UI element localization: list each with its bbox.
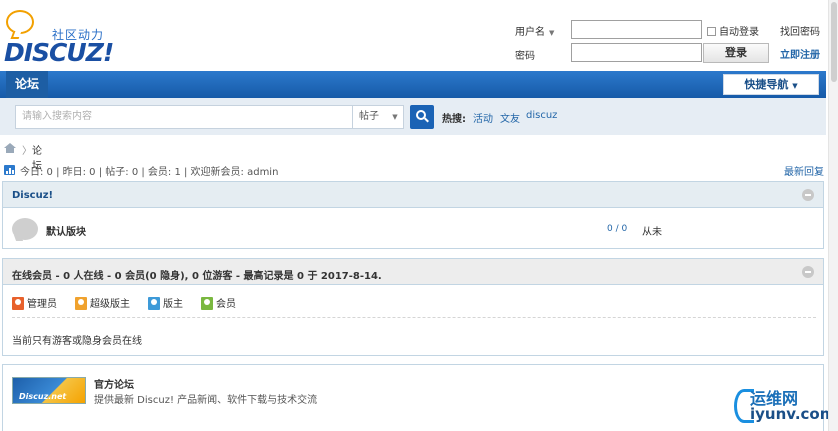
forum-name[interactable]: 默认版块 xyxy=(46,223,86,238)
auto-login-label: 自动登录 xyxy=(719,27,759,38)
quick-nav-label: 快捷导航 xyxy=(744,78,789,91)
collapse-icon[interactable] xyxy=(802,189,814,201)
divider xyxy=(12,317,816,318)
link-logo-text: Discuz.net xyxy=(19,392,67,401)
username-input[interactable] xyxy=(571,20,702,39)
main-nav: 论坛 快捷导航 ▼ xyxy=(0,71,826,98)
home-icon[interactable] xyxy=(4,143,16,153)
tab-forum[interactable]: 论坛 xyxy=(6,71,49,98)
checkbox-icon[interactable] xyxy=(707,27,716,36)
member-user-icon xyxy=(201,297,213,310)
search-bar: 请输入搜索内容 帖子 ▼ 热搜: 活动 文友 discuz xyxy=(0,98,826,135)
search-type-value: 帖子 xyxy=(359,111,379,122)
legend-admin: 管理员 xyxy=(12,295,57,310)
logo-text: DISCUZ! xyxy=(4,38,114,67)
username-label-text: 用户名 xyxy=(515,27,545,38)
home-icon-wall xyxy=(6,148,14,153)
search-input[interactable]: 请输入搜索内容 xyxy=(15,105,353,129)
header: 社区动力 DISCUZ! 用户名 ▼ 自动登录 找回密码 密码 登录 立即注册 xyxy=(0,0,838,70)
search-type-select[interactable]: 帖子 ▼ xyxy=(353,105,404,129)
username-label[interactable]: 用户名 ▼ xyxy=(515,23,554,38)
friend-links-panel: Discuz.net 官方论坛 提供最新 Discuz! 产品新闻、软件下载与技… xyxy=(2,364,824,431)
super-moderator-user-icon xyxy=(75,297,87,310)
search-button[interactable] xyxy=(410,105,434,129)
watermark-en: iyunv.com xyxy=(750,405,836,423)
password-label: 密码 xyxy=(515,51,535,62)
password-input[interactable] xyxy=(571,43,702,62)
discuz-net-logo[interactable]: Discuz.net xyxy=(12,377,86,404)
login-button[interactable]: 登录 xyxy=(703,43,769,63)
quick-nav-button[interactable]: 快捷导航 ▼ xyxy=(723,74,819,95)
legend-label: 会员 xyxy=(216,299,236,310)
scrollbar[interactable] xyxy=(828,0,838,431)
hot-search-link[interactable]: discuz xyxy=(526,110,557,121)
admin-user-icon xyxy=(12,297,24,310)
bar-chart-icon xyxy=(4,165,15,175)
collapse-icon[interactable] xyxy=(802,266,814,278)
online-header: 在线会员 - 0 人在线 - 0 会员(0 隐身), 0 位游客 - 最高记录是… xyxy=(3,259,823,285)
auto-login-checkbox[interactable]: 自动登录 xyxy=(707,23,759,38)
hot-search-link[interactable]: 文友 xyxy=(500,110,520,125)
chevron-down-icon: ▼ xyxy=(392,113,398,121)
legend-label: 版主 xyxy=(163,299,183,310)
legend-moderator: 版主 xyxy=(148,295,183,310)
forum-row: 默认版块 0 / 0 从未 xyxy=(3,208,823,248)
site-logo[interactable]: 社区动力 DISCUZ! xyxy=(4,8,134,67)
forum-last-post: 从未 xyxy=(642,227,662,238)
scrollbar-thumb[interactable] xyxy=(831,2,837,82)
online-panel: 在线会员 - 0 人在线 - 0 会员(0 隐身), 0 位游客 - 最高记录是… xyxy=(2,258,824,356)
online-note: 当前只有游客或隐身会员在线 xyxy=(12,336,142,347)
stats-text: 今日: 0 | 昨日: 0 | 帖子: 0 | 会员: 1 | 欢迎新会员: a… xyxy=(20,167,279,178)
hot-search-label: 热搜: xyxy=(442,114,466,125)
legend-super-moderator: 超级版主 xyxy=(75,295,130,310)
hot-search-link[interactable]: 活动 xyxy=(473,110,493,125)
forgot-password-link[interactable]: 找回密码 xyxy=(780,23,820,38)
category-panel: Discuz! 默认版块 0 / 0 从未 xyxy=(2,181,824,249)
forum-stats: 今日: 0 | 昨日: 0 | 帖子: 0 | 会员: 1 | 欢迎新会员: a… xyxy=(4,163,826,178)
breadcrumb-separator: 〉 xyxy=(22,146,32,157)
legend-label: 管理员 xyxy=(27,299,57,310)
legend-member: 会员 xyxy=(201,295,236,310)
link-title[interactable]: 官方论坛 xyxy=(94,376,134,391)
link-description: 提供最新 Discuz! 产品新闻、软件下载与技术交流 xyxy=(94,395,318,406)
online-title: 在线会员 - 0 人在线 - 0 会员(0 隐身), 0 位游客 - 最高记录是… xyxy=(12,271,382,282)
category-title[interactable]: Discuz! xyxy=(12,190,53,201)
search-icon-handle xyxy=(424,117,429,123)
category-header: Discuz! xyxy=(3,182,823,208)
forum-bubble-icon xyxy=(12,218,38,240)
register-link[interactable]: 立即注册 xyxy=(780,46,820,61)
chevron-down-icon: ▼ xyxy=(549,29,555,37)
moderator-user-icon xyxy=(148,297,160,310)
newest-reply-link[interactable]: 最新回复 xyxy=(784,163,824,178)
watermark: 运维网 iyunv.com xyxy=(732,385,836,429)
legend-label: 超级版主 xyxy=(90,299,130,310)
forum-counts: 0 / 0 xyxy=(607,224,628,234)
chevron-down-icon: ▼ xyxy=(792,82,798,90)
